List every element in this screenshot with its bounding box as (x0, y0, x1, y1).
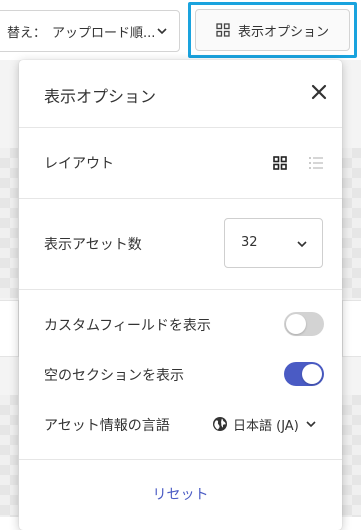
asset-language-value: 日本語 (JA) (233, 418, 299, 434)
chevron-down-icon (297, 241, 307, 248)
asset-count-value: 32 (241, 235, 258, 250)
custom-fields-toggle[interactable] (284, 312, 324, 336)
asset-language-select[interactable]: 日本語 (JA) (212, 413, 318, 435)
asset-language-label: アセット情報の言語 (44, 418, 170, 434)
divider (19, 198, 342, 199)
layout-grid-button[interactable] (269, 152, 291, 174)
empty-sections-toggle[interactable] (284, 362, 324, 386)
panel-title: 表示オプション (44, 87, 157, 106)
close-icon (311, 84, 327, 100)
sort-label: 替え： (7, 25, 47, 41)
background-card (0, 300, 19, 357)
background-card (342, 300, 361, 357)
divider (19, 289, 342, 290)
globe-icon (213, 417, 227, 431)
toggle-knob (302, 364, 322, 384)
background-thumbnail (342, 395, 361, 517)
background-thumbnail (0, 148, 18, 298)
grid-icon (273, 156, 287, 170)
background-thumbnail (0, 395, 18, 517)
grid-icon (216, 23, 230, 37)
background-thumbnail (342, 148, 361, 298)
empty-sections-label: 空のセクションを表示 (44, 368, 184, 384)
view-options-button[interactable]: 表示オプション (195, 9, 350, 51)
view-options-label: 表示オプション (237, 24, 329, 40)
layout-label: レイアウト (44, 156, 114, 172)
reset-button[interactable]: リセット (19, 484, 342, 504)
asset-count-select[interactable]: 32 (224, 218, 323, 268)
chevron-down-icon (157, 28, 167, 35)
custom-fields-label: カスタムフィールドを表示 (44, 318, 211, 334)
divider (19, 459, 342, 460)
layout-list-button[interactable] (305, 152, 327, 174)
list-icon (309, 157, 323, 169)
close-button[interactable] (309, 82, 329, 102)
toolbar: 替え： アップロード順... 表示オプション (0, 0, 361, 60)
chevron-down-icon (306, 421, 316, 428)
sort-dropdown[interactable]: 替え： アップロード順... (0, 10, 180, 52)
sort-value: アップロード順... (52, 25, 156, 41)
panel-header: 表示オプション (19, 60, 342, 128)
asset-count-label: 表示アセット数 (44, 237, 142, 253)
toggle-knob (286, 314, 306, 334)
view-options-panel: 表示オプション レイアウト 表示アセット数 32 カスタムフィールドを表示 空の… (19, 60, 342, 530)
